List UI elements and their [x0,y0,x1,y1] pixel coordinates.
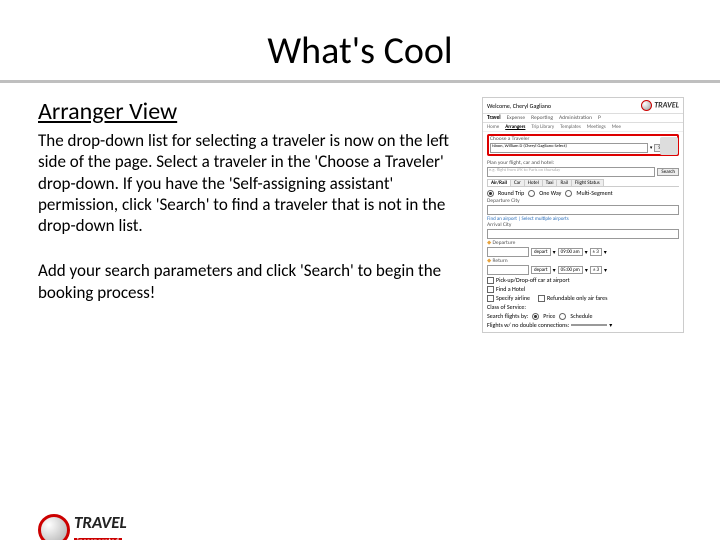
radio-multiseg[interactable] [565,190,572,197]
tab-administration[interactable]: Administration [559,115,592,121]
tab-more[interactable]: P [598,115,601,121]
paragraph-2: Add your search parameters and click 'Se… [38,260,470,303]
main-tabs: Travel Expense Reporting Administration … [483,113,683,123]
tab-hotel[interactable]: Hotel [524,179,543,186]
depart-time-select[interactable]: 09:00 am [558,248,583,256]
check-hotel[interactable] [487,286,494,293]
connections-label: Flights w/ no double connections: [487,321,569,329]
tab-travel[interactable]: Travel [487,115,501,121]
tab-air-rail[interactable]: Air/Rail [487,179,511,186]
return-date-label: Return [492,258,507,264]
depart-window-select[interactable]: ± 3 [590,248,602,256]
subtab-home[interactable]: Home [487,124,499,130]
footer-logo: TRAVEL incorporated [38,514,127,540]
divider [0,80,720,83]
logo-ring-icon [38,514,70,540]
plan-search-button[interactable]: Search [657,168,679,176]
return-time-select[interactable]: 05:00 pm [558,266,583,274]
check-car[interactable] [487,277,494,284]
arrival-city-input[interactable] [487,229,679,239]
app-screenshot: Welcome, Cheryl Gagliano TRAVEL Travel E… [482,97,684,333]
choose-traveler-label: Choose a Traveler [490,136,676,142]
tab-reporting[interactable]: Reporting [531,115,553,121]
departure-city-label: Departure City [487,198,679,204]
paragraph-1: The drop-down list for selecting a trave… [38,130,470,236]
return-date-input[interactable] [487,265,529,275]
search-flights-by-label: Search flights by: [487,312,528,320]
radio-roundtrip[interactable] [487,190,494,197]
tab-expense[interactable]: Expense [507,115,525,121]
slide-title: What's Cool [0,28,720,74]
app-logo-small: TRAVEL [641,100,679,111]
logo-brand: TRAVEL [74,512,127,533]
check-airline[interactable] [487,295,494,302]
class-of-service-label: Class of Service: [487,303,526,311]
subtab-meetings[interactable]: Meetings [587,124,606,130]
depart-type-select[interactable]: depart [531,248,551,256]
tab-flight-status[interactable]: Flight Status [571,179,604,186]
subtab-templates[interactable]: Templates [560,124,581,130]
plan-label: Plan your flight, car and hotel: [487,160,679,166]
radio-oneway[interactable] [528,190,535,197]
return-window-select[interactable]: ± 3 [590,266,602,274]
sub-tabs: Home Arrangers Trip Library Templates Me… [483,123,683,132]
departure-date-label: Departure [492,240,515,246]
subtab-more[interactable]: Mee [612,124,621,130]
plan-input[interactable]: e.g. flight from JFK to Paris on thursda… [487,167,655,177]
traveler-dropdown[interactable]: Nixon, William D (Cheryl Gagliano Select… [490,143,648,153]
departure-city-input[interactable] [487,205,679,215]
connections-select[interactable] [571,324,607,326]
search-mode-tabs: Air/Rail Car Hotel Taxi Rail Flight Stat… [487,179,679,187]
arrival-city-label: Arrival City [487,222,679,228]
welcome-text: Welcome, Cheryl Gagliano [487,102,551,110]
departure-date-input[interactable] [487,247,529,257]
trip-type-radios: Round Trip One Way Multi-Segment [487,189,679,197]
tab-car[interactable]: Car [510,179,525,186]
subtab-triplibrary[interactable]: Trip Library [531,124,554,130]
avatar-icon [660,137,678,155]
tab-rail[interactable]: Rail [556,179,571,186]
subtab-arrangers[interactable]: Arrangers [505,124,525,130]
tab-taxi[interactable]: Taxi [542,179,558,186]
radio-schedule[interactable] [559,313,566,320]
highlight-box: Choose a Traveler Nixon, William D (Cher… [487,134,679,156]
section-subhead: Arranger View [38,97,470,126]
return-type-select[interactable]: depart [531,266,551,274]
check-refundable[interactable] [538,295,545,302]
radio-price[interactable] [532,313,539,320]
body-text-column: Arranger View The drop-down list for sel… [38,97,482,333]
